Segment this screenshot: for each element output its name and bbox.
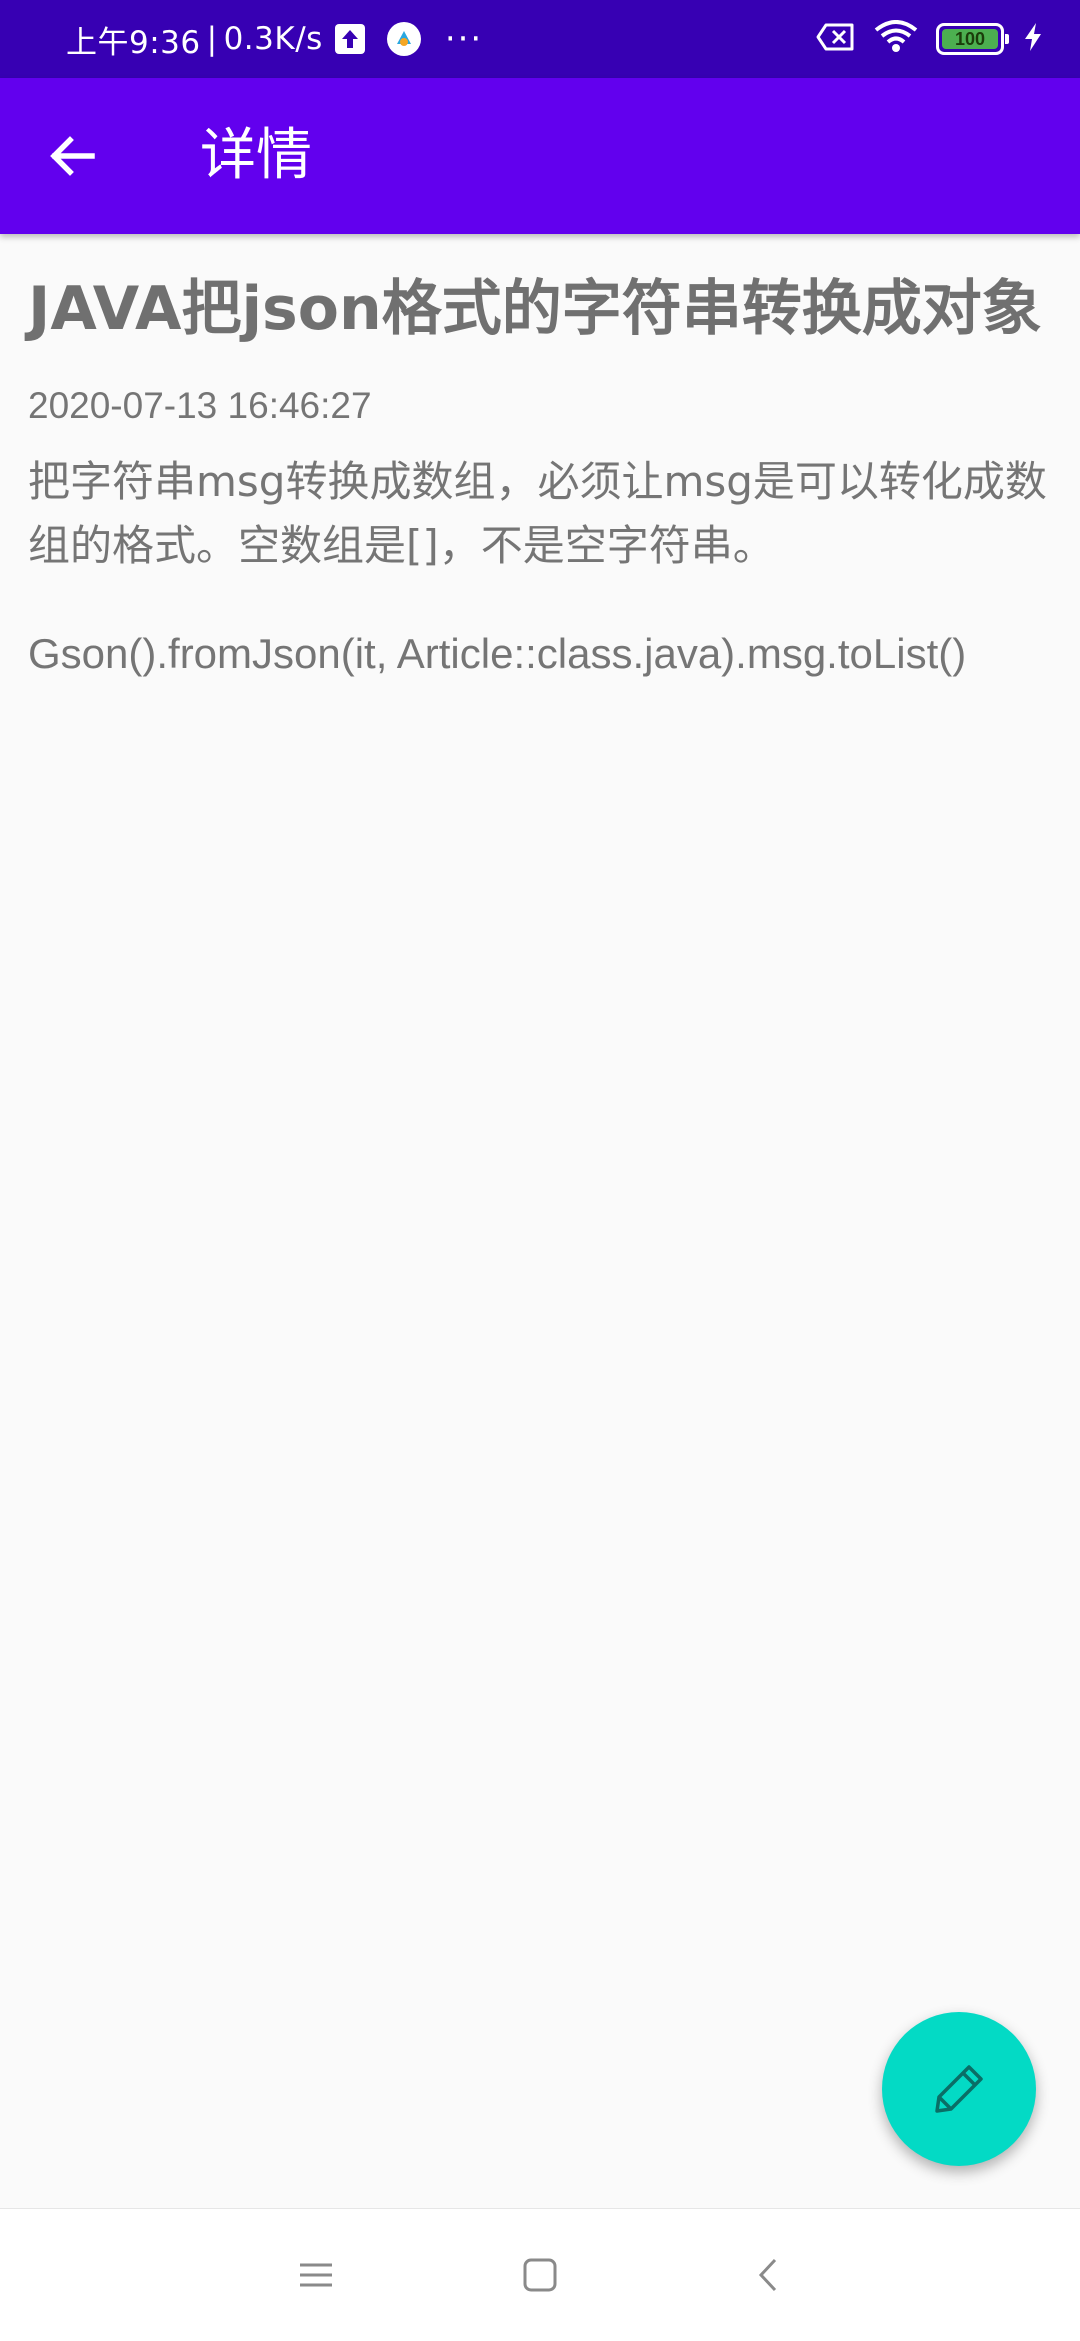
back-button[interactable] xyxy=(36,120,108,192)
status-left: 上午9:36 | 0.3K/s ··· xyxy=(66,0,483,78)
app-notification-icon xyxy=(386,22,421,56)
status-right: 100 xyxy=(798,0,1044,78)
arrow-left-icon xyxy=(50,136,95,176)
charging-icon xyxy=(1022,22,1044,56)
app-bar: 详情 xyxy=(0,78,1080,234)
menu-button[interactable] xyxy=(286,2245,346,2305)
status-time: 上午9:36 xyxy=(66,24,201,61)
home-icon xyxy=(523,2258,557,2292)
nav-back-button[interactable] xyxy=(738,2245,798,2305)
sim-error-icon xyxy=(816,22,856,56)
edit-pencil-icon xyxy=(935,2065,983,2113)
home-button[interactable] xyxy=(510,2245,570,2305)
article-paragraph: 把字符串msg转换成数组，必须让msg是可以转化成数组的格式。空数组是[]，不是… xyxy=(28,457,1047,570)
page-title: 详情 xyxy=(200,123,312,188)
battery-level: 100 xyxy=(954,28,986,49)
battery-icon: 100 xyxy=(936,23,1009,55)
article-code-line: Gson().fromJson(it, Article::class.java)… xyxy=(28,630,967,677)
article-content: JAVA把json格式的字符串转换成对象 2020-07-13 16:46:27… xyxy=(28,234,1052,686)
article-date: 2020-07-13 16:46:27 xyxy=(28,385,372,426)
system-navigation-bar xyxy=(0,2208,1080,2341)
network-speed: 0.3K/s xyxy=(223,21,323,57)
status-separator: | xyxy=(206,21,218,57)
battery-cap xyxy=(1005,34,1009,44)
upload-icon xyxy=(334,24,365,54)
more-notifications-indicator: ··· xyxy=(444,19,484,59)
menu-icon xyxy=(300,2263,332,2287)
back-icon xyxy=(758,2258,777,2292)
wifi-icon xyxy=(874,20,918,58)
article-title: JAVA把json格式的字符串转换成对象 xyxy=(28,274,1042,344)
edit-fab-button[interactable] xyxy=(882,2012,1036,2166)
article-body: 把字符串msg转换成数组，必须让msg是可以转化成数组的格式。空数组是[]，不是… xyxy=(28,450,1052,686)
status-bar: 上午9:36 | 0.3K/s ··· 100 xyxy=(0,0,1080,78)
